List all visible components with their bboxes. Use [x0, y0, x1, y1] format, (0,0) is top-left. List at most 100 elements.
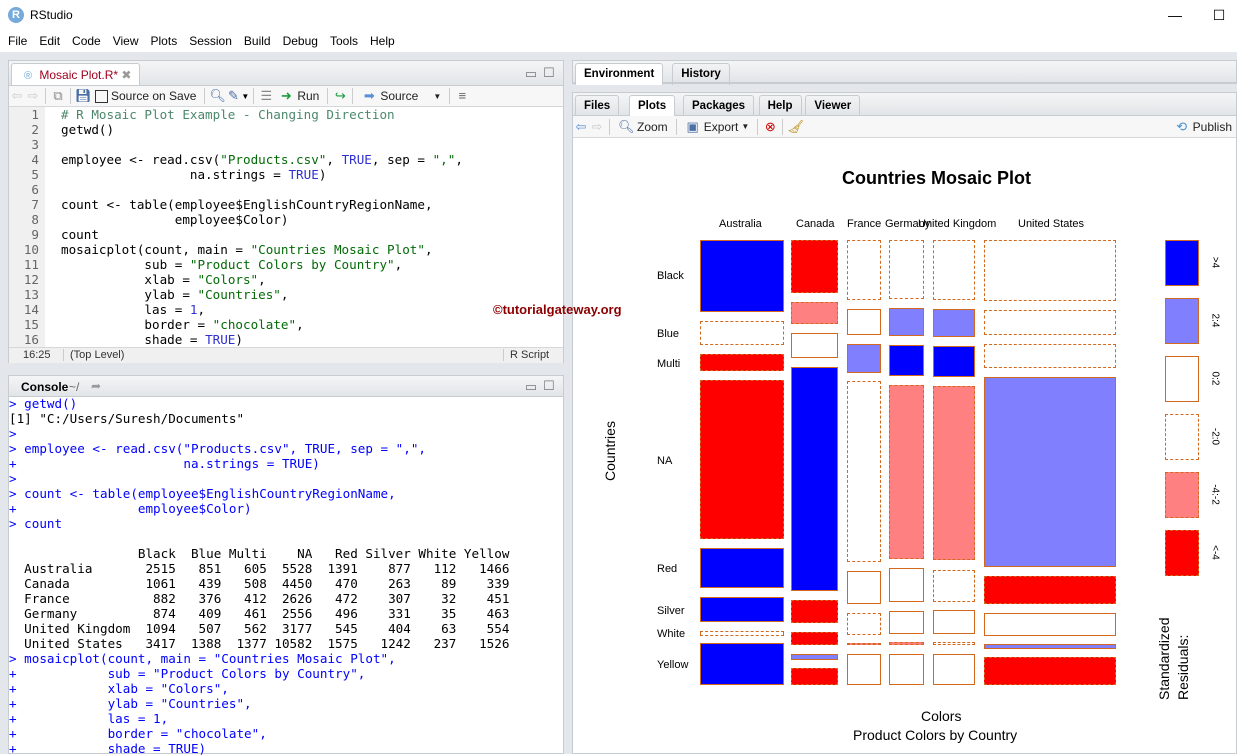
line-number: 15: [23, 317, 39, 332]
console-input-line: > count <- table(employee$EnglishCountry…: [9, 486, 396, 501]
console-title[interactable]: Console: [21, 380, 68, 394]
console-input-line: + na.strings = TRUE): [9, 456, 320, 471]
mosaic-cell: [847, 643, 881, 645]
code-line: mosaicplot(count, main = "Countries Mosa…: [61, 242, 463, 257]
publish-button[interactable]: ⟲ Publish: [1174, 119, 1232, 135]
rerun-icon[interactable]: ↪: [332, 88, 348, 104]
menu-tools[interactable]: Tools: [324, 30, 364, 52]
code-token: ,: [424, 242, 433, 257]
console-header: Console ~/ ➦ ▭ ☐: [9, 376, 563, 397]
save-icon[interactable]: 💾︎: [75, 88, 92, 104]
menu-view[interactable]: View: [107, 30, 145, 52]
chevron-down-icon[interactable]: ▼: [241, 92, 249, 101]
next-plot-icon[interactable]: ⇨: [589, 119, 605, 135]
row-label: Blue: [657, 328, 680, 340]
scope-selector[interactable]: (Top Level): [63, 349, 124, 361]
mosaic-cell: [700, 631, 784, 636]
mosaic-cell: [791, 333, 838, 358]
menu-help[interactable]: Help: [364, 30, 401, 52]
console-output[interactable]: > getwd() [1] "C:/Users/Suresh/Documents"…: [9, 396, 563, 756]
code-token: xlab =: [61, 272, 198, 287]
code-token: "chocolate": [212, 317, 297, 332]
mosaic-cell: [933, 642, 975, 645]
export-button[interactable]: ▣ Export ▼: [685, 119, 750, 135]
compile-report-icon[interactable]: ☰: [258, 88, 274, 104]
column-label: France: [847, 218, 882, 230]
maximize-pane-icon[interactable]: ☐: [541, 378, 557, 394]
menu-code[interactable]: Code: [66, 30, 107, 52]
tab-packages[interactable]: Packages: [683, 95, 755, 117]
minimize-pane-icon[interactable]: ▭: [523, 379, 539, 395]
code-token: na.strings =: [61, 167, 289, 182]
source-on-save-checkbox[interactable]: Source on Save: [95, 89, 196, 103]
tab-help[interactable]: Help: [758, 95, 802, 117]
mosaic-cell: [791, 632, 838, 645]
mosaic-cell: [889, 611, 924, 634]
tab-history[interactable]: History: [672, 63, 730, 85]
code-token: employee$Color): [61, 212, 289, 227]
line-number: 16: [23, 332, 39, 347]
code-token: ",": [432, 152, 456, 167]
mosaic-cell: [700, 354, 784, 371]
mosaic-cell: [984, 310, 1116, 335]
legend-title: Standardized Residuals:: [1156, 617, 1191, 700]
line-number: 13: [23, 287, 39, 302]
line-numbers: 1 2 3 4 5 6 7 8 9 10 11 12 13 14 15 16: [9, 107, 45, 347]
previous-plot-icon[interactable]: ⇦: [573, 119, 589, 135]
zoom-button[interactable]: 🔍︎ Zoom: [618, 119, 668, 135]
console-pane: Console ~/ ➦ ▭ ☐ > getwd() [1] "C:/Users/…: [8, 375, 564, 756]
chevron-down-icon: ▼: [741, 122, 750, 131]
maximize-button[interactable]: ☐: [1204, 4, 1234, 26]
minimize-button[interactable]: —: [1160, 4, 1190, 26]
tab-label: Mosaic Plot.R*: [39, 68, 119, 82]
menu-plots[interactable]: Plots: [145, 30, 184, 52]
minimize-pane-icon[interactable]: ▭: [523, 66, 539, 82]
row-label: Red: [657, 563, 678, 575]
chevron-down-icon[interactable]: ▼: [433, 92, 441, 101]
menu-file[interactable]: File: [2, 30, 33, 52]
menu-build[interactable]: Build: [238, 30, 277, 52]
back-icon[interactable]: ⇦: [9, 88, 25, 104]
magic-wand-icon[interactable]: ✎: [225, 88, 241, 104]
broom-icon[interactable]: 🧹︎: [787, 119, 804, 135]
mosaic-cell: [933, 240, 975, 300]
tab-plots[interactable]: Plots: [629, 95, 676, 117]
console-output-line: United States 3417 1388 1377 10582 1575 …: [9, 636, 510, 651]
outline-icon[interactable]: ≡: [454, 88, 470, 104]
code-token: "Countries Mosaic Plot": [250, 242, 425, 257]
export-icon: ▣: [686, 118, 699, 134]
file-type-selector[interactable]: R Script: [503, 349, 549, 361]
legend-swatch: [1165, 356, 1199, 402]
cursor-position: 16:25: [23, 349, 51, 361]
column-label: Canada: [796, 218, 835, 230]
mosaic-cell: [791, 367, 838, 591]
menu-session[interactable]: Session: [183, 30, 238, 52]
maximize-pane-icon[interactable]: ☐: [541, 65, 557, 81]
x-axis-label: Colors: [921, 708, 962, 724]
tab-mosaic-plot-r[interactable]: ® Mosaic Plot.R* ✖: [11, 63, 141, 85]
checkbox-icon[interactable]: [95, 89, 108, 103]
code-token: "Countries": [197, 287, 281, 302]
remove-plot-icon[interactable]: ⊗: [762, 119, 778, 135]
tab-viewer[interactable]: Viewer: [805, 95, 861, 117]
code-token: sub =: [61, 257, 190, 272]
run-button[interactable]: ➜ Run: [278, 88, 319, 104]
tab-files[interactable]: Files: [575, 95, 620, 117]
tab-environment[interactable]: Environment: [575, 63, 664, 85]
code-editor[interactable]: 1 2 3 4 5 6 7 8 9 10 11 12 13 14 15 16 # R Mosaic Plot …: [9, 107, 563, 347]
forward-icon[interactable]: ⇨: [25, 88, 41, 104]
close-tab-icon[interactable]: ✖: [121, 68, 131, 82]
source-label: Source: [380, 89, 419, 103]
mosaic-cell: [700, 321, 784, 345]
menu-debug[interactable]: Debug: [277, 30, 324, 52]
mosaic-cell: [933, 386, 975, 560]
search-icon[interactable]: 🔍︎: [209, 88, 226, 104]
code-area[interactable]: # R Mosaic Plot Example - Changing Direc…: [45, 107, 463, 347]
mosaic-cell: [889, 642, 924, 645]
y-axis-label: Countries: [601, 421, 618, 481]
menu-edit[interactable]: Edit: [33, 30, 66, 52]
show-in-window-icon[interactable]: ⧉: [50, 88, 66, 104]
source-button[interactable]: ➡ Source ▼: [361, 88, 441, 104]
mosaic-cell: [984, 657, 1116, 685]
go-to-directory-icon[interactable]: ➦: [91, 379, 101, 393]
